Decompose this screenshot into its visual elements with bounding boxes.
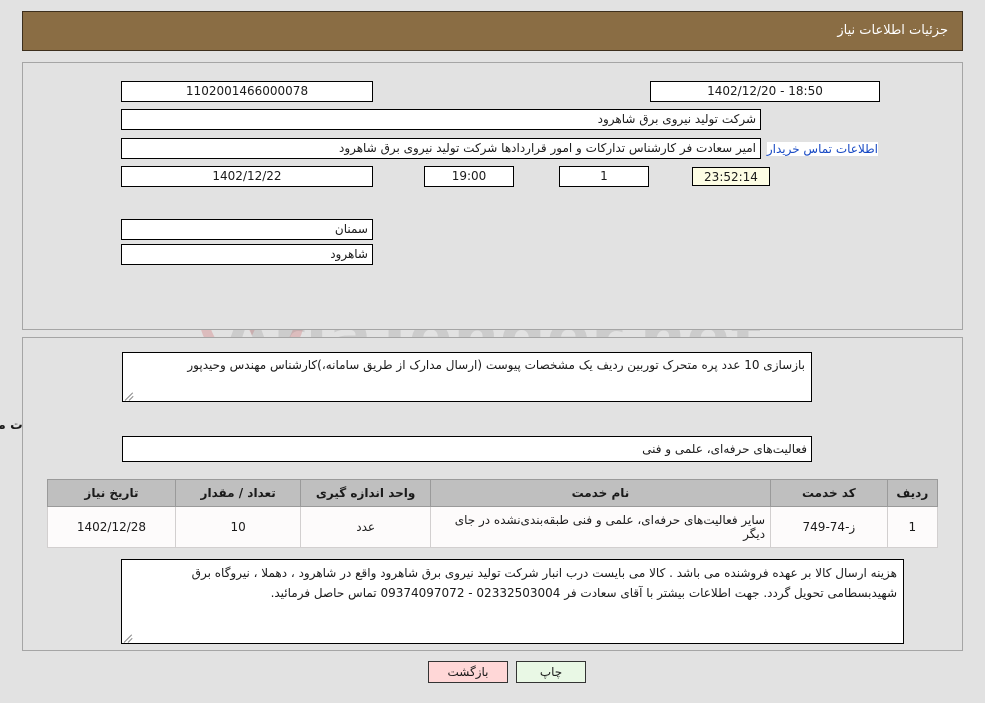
service-items-table: ردیف کد خدمت نام خدمت واحد اندازه گیری ت… [47,479,939,548]
city-value: شاهرود [121,244,373,265]
need-description-textarea[interactable]: بازسازی 10 عدد پره متحرک توربین ردیف یک … [122,352,812,402]
deadline-hour-value: 19:00 [424,166,514,187]
th-service-name: نام خدمت [429,479,772,507]
cell-need-date: 1402/12/28 [47,506,176,548]
requester-value: امیر سعادت فر کارشناس تدارکات و امور قرا… [121,138,761,159]
print-button[interactable]: چاپ [516,661,586,683]
cell-service-code: ز-74-749 [770,506,888,548]
need-description-value: بازسازی 10 عدد پره متحرک توربین ردیف یک … [187,358,805,372]
th-quantity: تعداد / مقدار [174,479,302,507]
deadline-days-value: 1 [559,166,649,187]
province-value: سمنان [121,219,373,240]
th-service-code: کد خدمت [770,479,888,507]
th-unit: واحد اندازه گیری [300,479,431,507]
cell-index: 1 [886,506,939,548]
resize-grip-icon[interactable] [124,391,135,401]
deadline-date-value: 1402/12/22 [121,166,373,187]
table-header-row: ردیف کد خدمت نام خدمت واحد اندازه گیری ت… [47,479,939,507]
service-group-value: فعالیت‌های حرفه‌ای، علمی و فنی [122,436,812,462]
need-number-value: 1102001466000078 [121,81,373,102]
cell-quantity: 10 [174,506,302,548]
public-announce-value: 18:50 - 1402/12/20 [650,81,880,102]
th-index: ردیف [886,479,939,507]
page-title: جزئیات اطلاعات نیاز [837,23,948,38]
cell-service-name: سایر فعالیت‌های حرفه‌ای، علمی و فنی طبقه… [429,506,772,548]
th-need-date: تاریخ نیاز [47,479,176,507]
buyer-notes-textarea[interactable]: هزینه ارسال کالا بر عهده فروشنده می باشد… [121,559,904,644]
need-info-panel [22,62,963,330]
buyer-contact-link[interactable]: اطلاعات تماس خریدار [766,142,878,156]
cell-unit: عدد [300,506,431,548]
buyer-org-value: شرکت تولید نیروی برق شاهرود [121,109,761,130]
buyer-notes-value: هزینه ارسال کالا بر عهده فروشنده می باشد… [191,566,897,600]
back-button[interactable]: بازگشت [428,661,508,683]
page-header: جزئیات اطلاعات نیاز [22,11,963,51]
countdown-value: 23:52:14 [692,167,770,186]
table-row: 1 ز-74-749 سایر فعالیت‌های حرفه‌ای، علمی… [47,506,939,548]
resize-grip-icon[interactable] [123,633,134,643]
